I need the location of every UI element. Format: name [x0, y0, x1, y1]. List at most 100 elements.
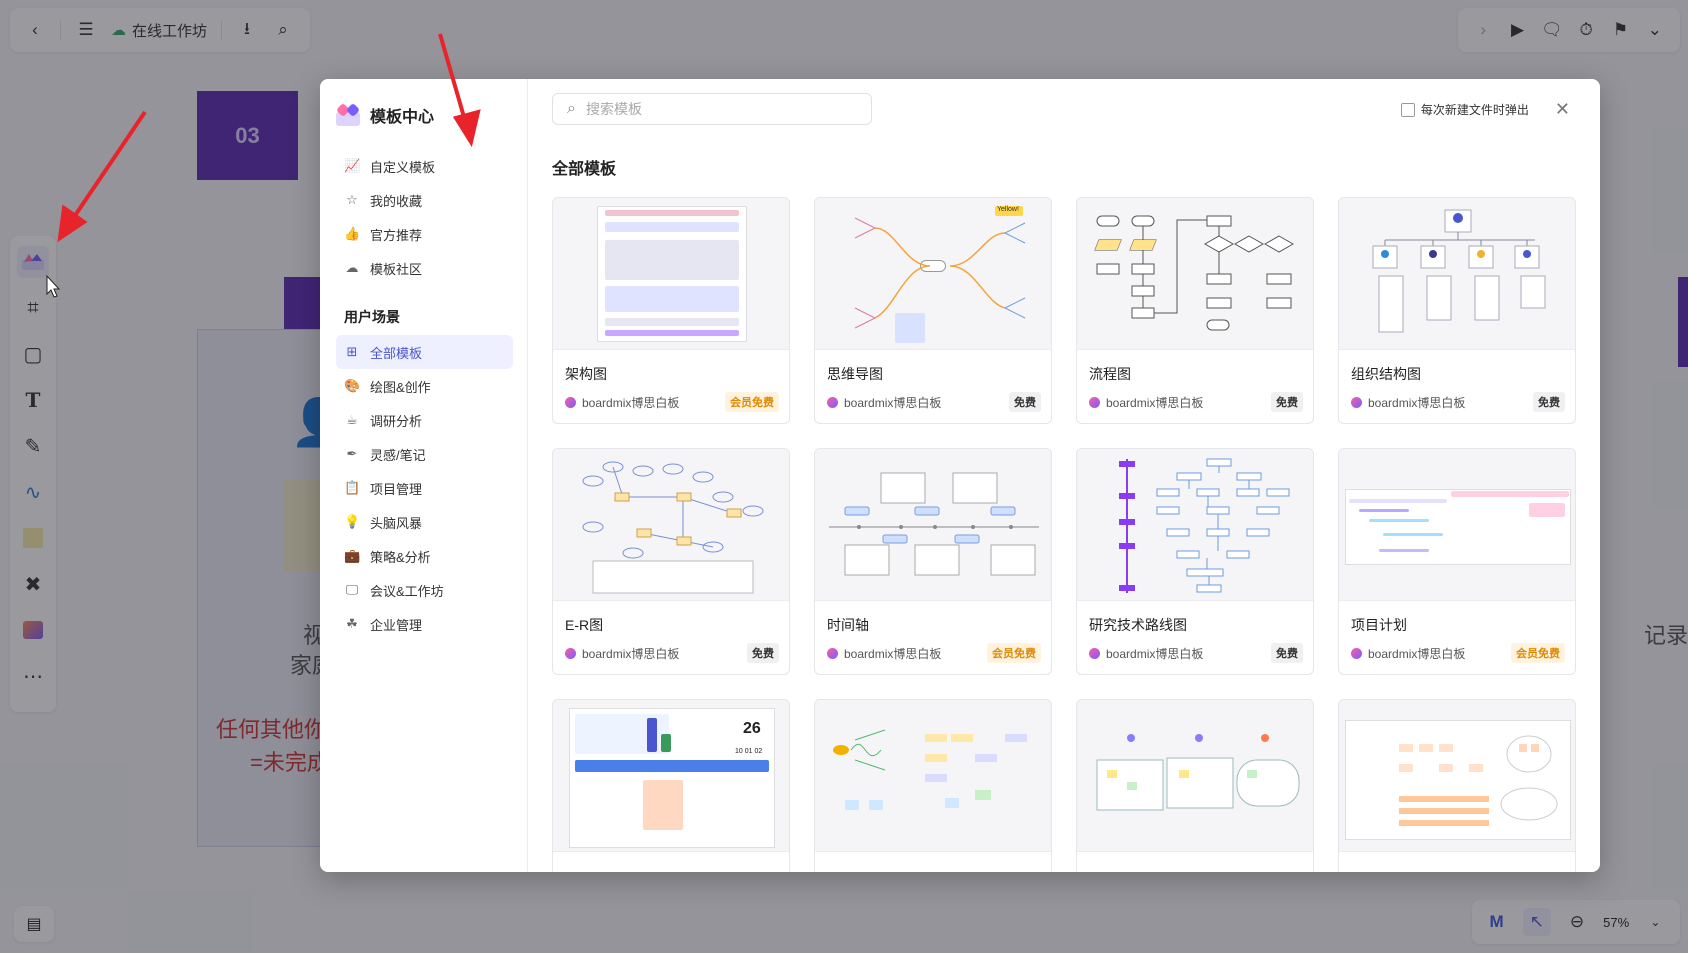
popup-on-new-file-checkbox[interactable]: 每次新建文件时弹出	[1400, 101, 1529, 118]
template-name: 组织结构图	[1351, 366, 1421, 382]
chart-icon: 📈	[344, 158, 361, 173]
org-icon: ☘	[346, 616, 358, 631]
template-card[interactable]: 组织结构图 boardmix博思白板 免费	[1338, 197, 1576, 424]
template-card[interactable]: 项目计划 boardmix博思白板 会员免费	[1338, 448, 1576, 675]
price-badge: 免费	[747, 643, 779, 663]
template-card[interactable]	[1338, 699, 1576, 872]
boardmix-logo-icon	[1351, 396, 1362, 408]
template-name: 时间轴	[827, 617, 869, 633]
template-author: boardmix博思白板	[1368, 646, 1466, 661]
nav-meeting-workshop[interactable]: 🖵 会议&工作坊	[336, 573, 513, 607]
section-all-templates-title: 全部模板	[552, 161, 617, 178]
template-thumbnail	[553, 449, 789, 601]
checkbox-box[interactable]	[1400, 102, 1415, 117]
nav-my-favorites[interactable]: ☆ 我的收藏	[336, 183, 513, 217]
nav-custom-templates[interactable]: 📈 自定义模板	[336, 149, 513, 183]
clipboard-icon: 📋	[344, 480, 361, 495]
thumb-icon: 👍	[344, 226, 361, 241]
nav-official-recommended[interactable]: 👍 官方推荐	[336, 217, 513, 251]
template-center-logo-icon	[335, 102, 361, 126]
template-author: boardmix博思白板	[844, 395, 942, 410]
template-thumbnail	[1339, 198, 1575, 350]
template-thumbnail: Yellow!	[815, 198, 1051, 350]
template-card[interactable]	[814, 699, 1052, 872]
template-thumbnail	[1077, 449, 1313, 601]
price-badge: 会员免费	[725, 392, 779, 412]
template-name: E-R图	[565, 617, 604, 633]
price-badge: 免费	[1271, 392, 1303, 412]
template-name: 流程图	[1089, 366, 1131, 382]
search-icon: ⌕	[567, 100, 576, 117]
boardmix-logo-icon	[1351, 647, 1362, 659]
boardmix-logo-icon	[827, 396, 838, 408]
template-author: boardmix博思白板	[1368, 395, 1466, 410]
template-thumbnail	[815, 700, 1051, 852]
template-card[interactable]: E-R图 boardmix博思白板 免费	[552, 448, 790, 675]
template-thumbnail	[1077, 198, 1313, 350]
template-card[interactable]: 研究技术路线图 boardmix博思白板 免费	[1076, 448, 1314, 675]
feather-icon: ✒	[346, 446, 358, 461]
template-card[interactable]: 架构图 boardmix博思白板 会员免费	[552, 197, 790, 424]
price-badge: 免费	[1271, 643, 1303, 663]
modal-sidebar: 模板中心 📈 自定义模板 ☆ 我的收藏 👍 官方推荐 ☁ 模板社区 用户场景 ⊞…	[320, 79, 528, 872]
price-badge: 会员免费	[1511, 643, 1565, 663]
price-badge: 免费	[1009, 392, 1041, 412]
nav-research-analysis[interactable]: ☕ 调研分析	[336, 403, 513, 437]
template-author: boardmix博思白板	[844, 646, 942, 661]
price-badge: 免费	[1533, 392, 1565, 412]
nav-inspiration-notes[interactable]: ✒ 灵感/笔记	[336, 437, 513, 471]
cup-icon: ☕	[346, 412, 358, 427]
calendar-day: 26	[743, 720, 761, 737]
boardmix-logo-icon	[1089, 396, 1100, 408]
template-author: boardmix博思白板	[582, 646, 680, 661]
template-center-modal: 模板中心 📈 自定义模板 ☆ 我的收藏 👍 官方推荐 ☁ 模板社区 用户场景 ⊞…	[320, 79, 1600, 872]
template-card[interactable]	[1076, 699, 1314, 872]
template-thumbnail	[815, 449, 1051, 601]
nav-strategy-analysis[interactable]: 💼 策略&分析	[336, 539, 513, 573]
template-thumbnail	[1339, 449, 1575, 601]
price-badge: 会员免费	[987, 643, 1041, 663]
template-name: 架构图	[565, 366, 607, 382]
star-icon: ☆	[346, 192, 358, 207]
template-card[interactable]: 26 10 01 02	[552, 699, 790, 872]
boardmix-logo-icon	[827, 647, 838, 659]
template-card[interactable]: 流程图 boardmix博思白板 免费	[1076, 197, 1314, 424]
nav-all-templates[interactable]: ⊞ 全部模板	[336, 335, 513, 369]
template-thumbnail	[553, 198, 789, 350]
grid-icon: ⊞	[346, 344, 358, 359]
nav-brainstorm[interactable]: 💡 头脑风暴	[336, 505, 513, 539]
nav-template-community[interactable]: ☁ 模板社区	[336, 251, 513, 285]
calendar-nums: 10 01 02	[735, 748, 763, 755]
boardmix-logo-icon	[1089, 647, 1100, 659]
modal-header: 模板中心	[335, 102, 513, 127]
template-card[interactable]: Yellow! 思维导图 boardmix博思白板 免费	[814, 197, 1052, 424]
template-card[interactable]: 时间轴 boardmix博思白板 会员免费	[814, 448, 1052, 675]
nav-drawing-creation[interactable]: 🎨 绘图&创作	[336, 369, 513, 403]
close-icon[interactable]: ✕	[1555, 99, 1570, 120]
template-name: 项目计划	[1351, 617, 1407, 633]
nav-enterprise-management[interactable]: ☘ 企业管理	[336, 607, 513, 641]
template-author: boardmix博思白板	[1106, 395, 1204, 410]
mindmap-tag: Yellow!	[997, 206, 1019, 213]
template-grid: 架构图 boardmix博思白板 会员免费 Yellow! 思维导图 board…	[552, 197, 1576, 872]
template-name: 思维导图	[827, 366, 883, 382]
section-user-scenes: 用户场景	[344, 309, 400, 325]
briefcase-icon: 💼	[344, 548, 361, 563]
community-icon: ☁	[345, 260, 359, 275]
template-thumbnail: 26 10 01 02	[553, 700, 789, 852]
presentation-icon: 🖵	[345, 582, 359, 597]
modal-title: 模板中心	[370, 109, 435, 126]
palette-icon: 🎨	[344, 378, 361, 393]
template-name: 研究技术路线图	[1089, 617, 1187, 633]
modal-main: ⌕ 搜索模板 每次新建文件时弹出 ✕ 全部模板 架构图 boardmix博思白板…	[528, 79, 1600, 872]
template-thumbnail	[1077, 700, 1313, 852]
boardmix-logo-icon	[565, 647, 576, 659]
search-input[interactable]: ⌕ 搜索模板	[552, 93, 872, 125]
template-author: boardmix博思白板	[582, 395, 680, 410]
template-author: boardmix博思白板	[1106, 646, 1204, 661]
template-thumbnail	[1339, 700, 1575, 852]
boardmix-logo-icon	[565, 396, 576, 408]
bulb-icon: 💡	[344, 514, 361, 529]
modal-top-right: 每次新建文件时弹出 ✕	[1400, 99, 1570, 120]
nav-project-management[interactable]: 📋 项目管理	[336, 471, 513, 505]
